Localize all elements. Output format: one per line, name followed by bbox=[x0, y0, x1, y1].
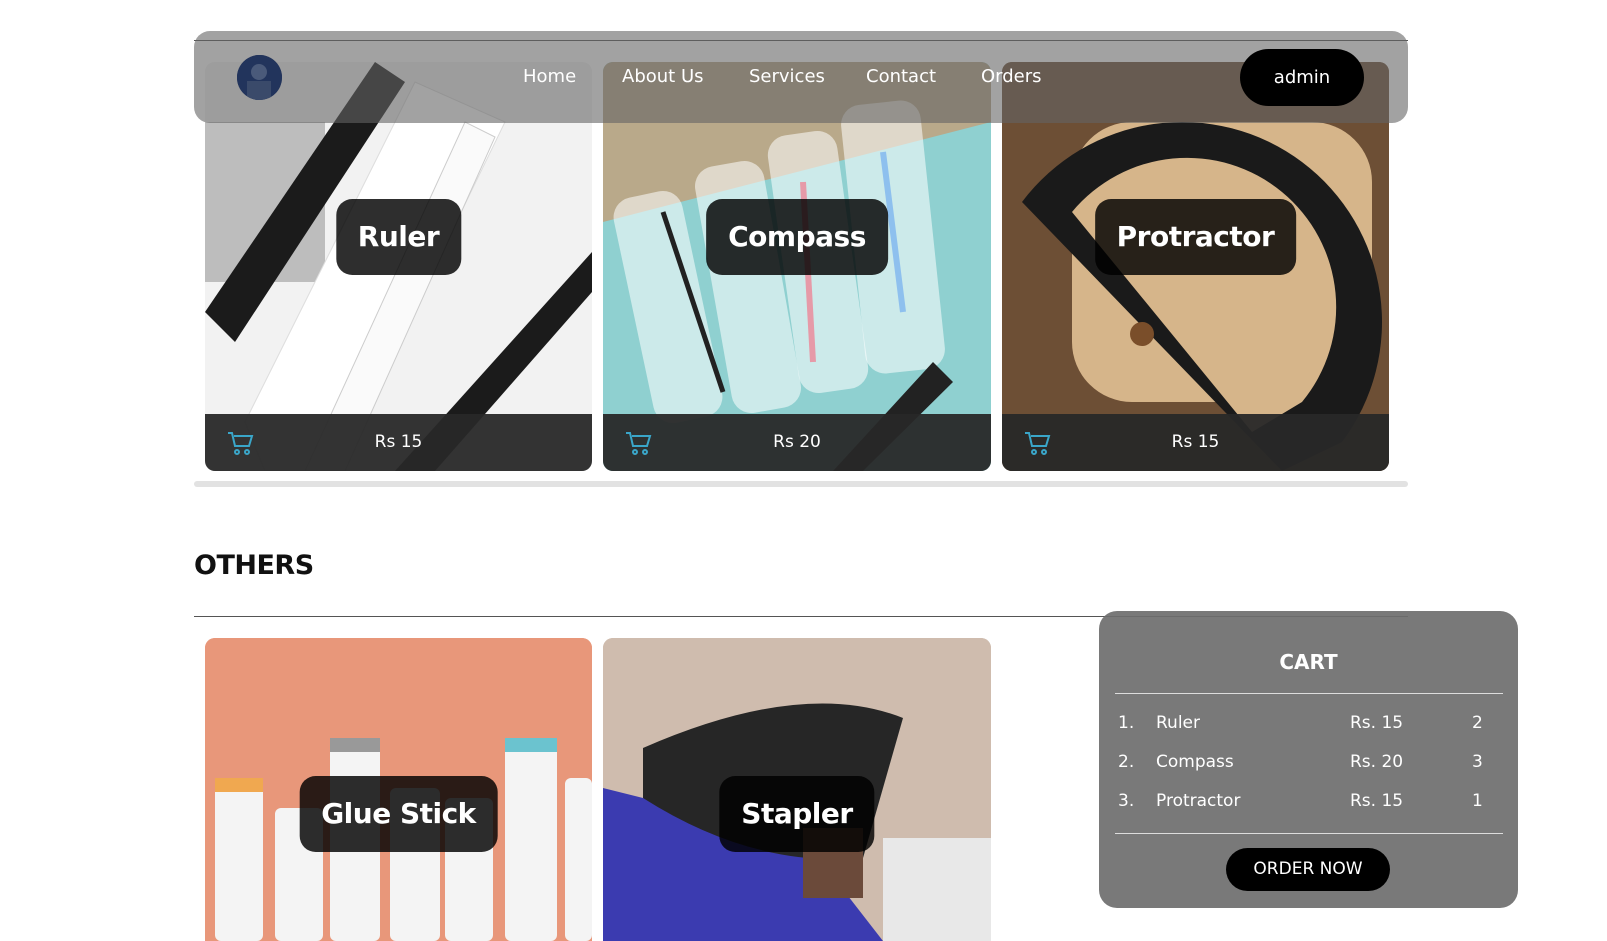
cart-title: CART bbox=[1279, 650, 1338, 674]
avatar[interactable] bbox=[237, 55, 282, 100]
cart-row-price: Rs. 20 bbox=[1350, 752, 1404, 772]
product-card-compass[interactable]: Compass Rs 20 bbox=[603, 62, 991, 471]
cart-row: 2. Compass Rs. 20 3 bbox=[1099, 747, 1518, 777]
cart-row-index: 1. bbox=[1118, 713, 1135, 733]
product-price: Rs 15 bbox=[374, 432, 423, 452]
cart-panel: CART 1. Ruler Rs. 15 2 2. Compass Rs. 20… bbox=[1099, 611, 1518, 908]
product-price: Rs 15 bbox=[1171, 432, 1220, 452]
cart-row-qty: 2 bbox=[1472, 713, 1483, 733]
product-card-protractor[interactable]: Protractor Rs 15 bbox=[1002, 62, 1389, 471]
product-footer: Rs 15 bbox=[1002, 414, 1389, 471]
product-name: Protractor bbox=[1094, 199, 1297, 275]
product-name: Compass bbox=[706, 199, 888, 275]
cart-divider-bottom bbox=[1115, 833, 1503, 834]
cart-divider-top bbox=[1115, 693, 1503, 694]
navbar: Home About Us Services Contact Orders ad… bbox=[194, 31, 1408, 123]
nav-orders[interactable]: Orders bbox=[981, 31, 1042, 123]
product-footer: Rs 20 bbox=[603, 414, 991, 471]
product-card-glue-stick[interactable]: Glue Stick bbox=[205, 638, 592, 941]
product-card-ruler[interactable]: Ruler Rs 15 bbox=[205, 62, 592, 471]
cart-row-name: Ruler bbox=[1156, 713, 1200, 733]
section-title: OTHERS bbox=[194, 550, 314, 581]
cart-row-index: 3. bbox=[1118, 791, 1135, 811]
product-card-stapler[interactable]: Stapler bbox=[603, 638, 991, 941]
order-now-button[interactable]: ORDER NOW bbox=[1226, 848, 1390, 891]
cart-row-qty: 3 bbox=[1472, 752, 1483, 772]
product-footer: Rs 15 bbox=[205, 414, 592, 471]
product-price: Rs 20 bbox=[773, 432, 821, 452]
cart-row-qty: 1 bbox=[1472, 791, 1483, 811]
cart-row-index: 2. bbox=[1118, 752, 1135, 772]
cart-row-name: Compass bbox=[1156, 752, 1234, 772]
nav-services[interactable]: Services bbox=[749, 31, 825, 123]
cart-row-price: Rs. 15 bbox=[1350, 791, 1404, 811]
product-name: Stapler bbox=[719, 776, 875, 852]
admin-button[interactable]: admin bbox=[1240, 49, 1364, 106]
product-name: Ruler bbox=[335, 199, 462, 275]
product-name: Glue Stick bbox=[299, 776, 498, 852]
nav-home[interactable]: Home bbox=[523, 31, 576, 123]
cart-row-price: Rs. 15 bbox=[1350, 713, 1404, 733]
nav-about-us[interactable]: About Us bbox=[622, 31, 704, 123]
horizontal-scrollbar[interactable] bbox=[194, 481, 1408, 487]
nav-contact[interactable]: Contact bbox=[866, 31, 936, 123]
cart-row-name: Protractor bbox=[1156, 791, 1241, 811]
cart-row: 1. Ruler Rs. 15 2 bbox=[1099, 708, 1518, 738]
cart-row: 3. Protractor Rs. 15 1 bbox=[1099, 786, 1518, 816]
